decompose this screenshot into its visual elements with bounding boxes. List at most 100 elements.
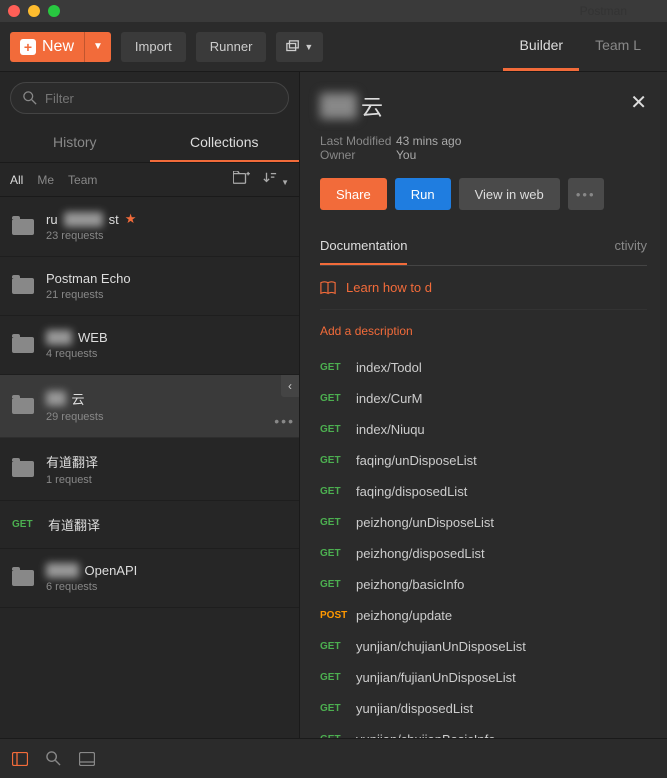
collection-name: xxxxWEB — [46, 330, 287, 345]
collection-name: 有道翻译 — [48, 515, 287, 534]
request-count: 1 request — [46, 474, 287, 486]
method-badge: GET — [320, 703, 356, 714]
window-minimize[interactable] — [28, 5, 40, 17]
documentation-tab[interactable]: Documentation — [320, 228, 407, 265]
folder-icon — [12, 278, 34, 294]
request-item[interactable]: GETyunjian/fujianUnDisposeList — [320, 662, 647, 693]
collection-item[interactable]: GET有道翻译 — [0, 501, 299, 549]
method-badge: GET — [320, 424, 356, 435]
method-badge: GET — [320, 548, 356, 559]
new-dropdown[interactable]: ▼ — [84, 32, 111, 62]
request-item[interactable]: GETindex/Niuqu — [320, 414, 647, 445]
folder-icon — [12, 337, 34, 353]
team-library-tab[interactable]: Team L — [579, 22, 657, 71]
share-button[interactable]: Share — [320, 178, 387, 210]
method-badge: GET — [320, 672, 356, 683]
collections-tab[interactable]: Collections — [150, 124, 300, 162]
method-badge: GET — [320, 579, 356, 590]
request-name: yunjian/disposedList — [356, 701, 473, 716]
collection-item[interactable]: ruxxxxxxst ★ 23 requests — [0, 197, 299, 257]
request-count: 29 requests — [46, 411, 287, 423]
request-name: index/Niuqu — [356, 422, 425, 437]
runner-button[interactable]: Runner — [196, 32, 267, 62]
collapse-icon[interactable]: ‹ — [281, 375, 299, 397]
window-titlebar: Postman — [0, 0, 667, 22]
new-button-group: + New ▼ — [10, 32, 111, 62]
filter-input[interactable] — [45, 91, 276, 106]
window-close[interactable] — [8, 5, 20, 17]
collection-detail: xxx云 ✕ Last Modified 43 mins ago Owner Y… — [300, 72, 667, 738]
request-count: 23 requests — [46, 230, 287, 242]
request-item[interactable]: GETindex/Todol — [320, 352, 647, 383]
book-icon — [320, 281, 336, 295]
collection-name: ruxxxxxxst ★ — [46, 211, 287, 227]
owner-value: You — [396, 148, 416, 162]
more-icon[interactable]: ••• — [274, 413, 295, 429]
sidebar: History Collections All Me Team ▼ ruxxxx… — [0, 72, 300, 738]
request-item[interactable]: GETpeizhong/disposedList — [320, 538, 647, 569]
collection-item[interactable]: xxxxWEB4 requests — [0, 316, 299, 375]
collection-name: xxxxxOpenAPI — [46, 563, 287, 578]
request-name: faqing/unDisposeList — [356, 453, 477, 468]
plus-icon: + — [20, 39, 36, 55]
search-icon — [23, 91, 37, 105]
main-toolbar: + New ▼ Import Runner ▼ Builder Team L — [0, 22, 667, 72]
new-collection-icon[interactable] — [233, 171, 251, 188]
request-name: yunjian/fujianUnDisposeList — [356, 670, 516, 685]
window-maximize[interactable] — [48, 5, 60, 17]
request-item[interactable]: GETyunjian/disposedList — [320, 693, 647, 724]
collection-item[interactable]: xxx云 29 requests ‹ ••• — [0, 375, 299, 438]
collection-name: xxx云 — [46, 389, 287, 408]
owner-label: Owner — [320, 148, 396, 162]
request-name: peizhong/update — [356, 608, 452, 623]
request-name: yunjian/chujianUnDisposeList — [356, 639, 526, 654]
sort-icon[interactable]: ▼ — [263, 171, 289, 188]
folder-icon — [12, 461, 34, 477]
request-name: index/Todol — [356, 360, 422, 375]
tab-actions-button[interactable]: ▼ — [276, 32, 323, 62]
filter-all[interactable]: All — [10, 173, 23, 187]
console-icon[interactable] — [79, 752, 95, 766]
request-name: peizhong/basicInfo — [356, 577, 464, 592]
collection-name: 有道翻译 — [46, 452, 287, 471]
collection-item[interactable]: 有道翻译 1 request — [0, 438, 299, 501]
collection-item[interactable]: xxxxxOpenAPI6 requests — [0, 549, 299, 608]
request-item[interactable]: GETpeizhong/basicInfo — [320, 569, 647, 600]
import-button[interactable]: Import — [121, 32, 186, 62]
tabs-icon — [286, 40, 300, 54]
star-icon: ★ — [125, 211, 137, 227]
method-badge: GET — [320, 641, 356, 652]
method-badge: POST — [320, 610, 356, 621]
request-item[interactable]: GETindex/CurM — [320, 383, 647, 414]
request-name: faqing/disposedList — [356, 484, 467, 499]
status-bar — [0, 738, 667, 778]
filter-me[interactable]: Me — [37, 173, 54, 187]
more-actions-button[interactable]: ••• — [568, 178, 604, 210]
view-in-web-button[interactable]: View in web — [459, 178, 560, 210]
run-button[interactable]: Run — [395, 178, 451, 210]
request-item[interactable]: GETyunjian/chujianBasicInfo — [320, 724, 647, 738]
history-tab[interactable]: History — [0, 124, 150, 162]
request-name: peizhong/disposedList — [356, 546, 485, 561]
add-description-link[interactable]: Add a description — [320, 310, 647, 352]
learn-docs-link[interactable]: Learn how to d — [320, 266, 647, 310]
filter-input-wrap[interactable] — [10, 82, 289, 114]
folder-icon — [12, 570, 34, 586]
activity-tab[interactable]: ctivity — [615, 228, 648, 265]
request-item[interactable]: GETfaqing/disposedList — [320, 476, 647, 507]
new-button[interactable]: + New — [10, 38, 84, 56]
request-item[interactable]: GETpeizhong/unDisposeList — [320, 507, 647, 538]
collection-item[interactable]: Postman Echo21 requests — [0, 257, 299, 316]
folder-icon — [12, 398, 34, 414]
new-button-label: New — [42, 38, 74, 56]
request-item[interactable]: GETfaqing/unDisposeList — [320, 445, 647, 476]
filter-team[interactable]: Team — [68, 173, 97, 187]
sidebar-toggle-icon[interactable] — [12, 752, 28, 766]
request-name: peizhong/unDisposeList — [356, 515, 494, 530]
find-icon[interactable] — [46, 751, 61, 766]
close-icon[interactable]: ✕ — [630, 90, 647, 115]
request-item[interactable]: POSTpeizhong/update — [320, 600, 647, 631]
builder-tab[interactable]: Builder — [503, 22, 579, 71]
collection-title: xxx云 — [320, 90, 630, 122]
request-item[interactable]: GETyunjian/chujianUnDisposeList — [320, 631, 647, 662]
